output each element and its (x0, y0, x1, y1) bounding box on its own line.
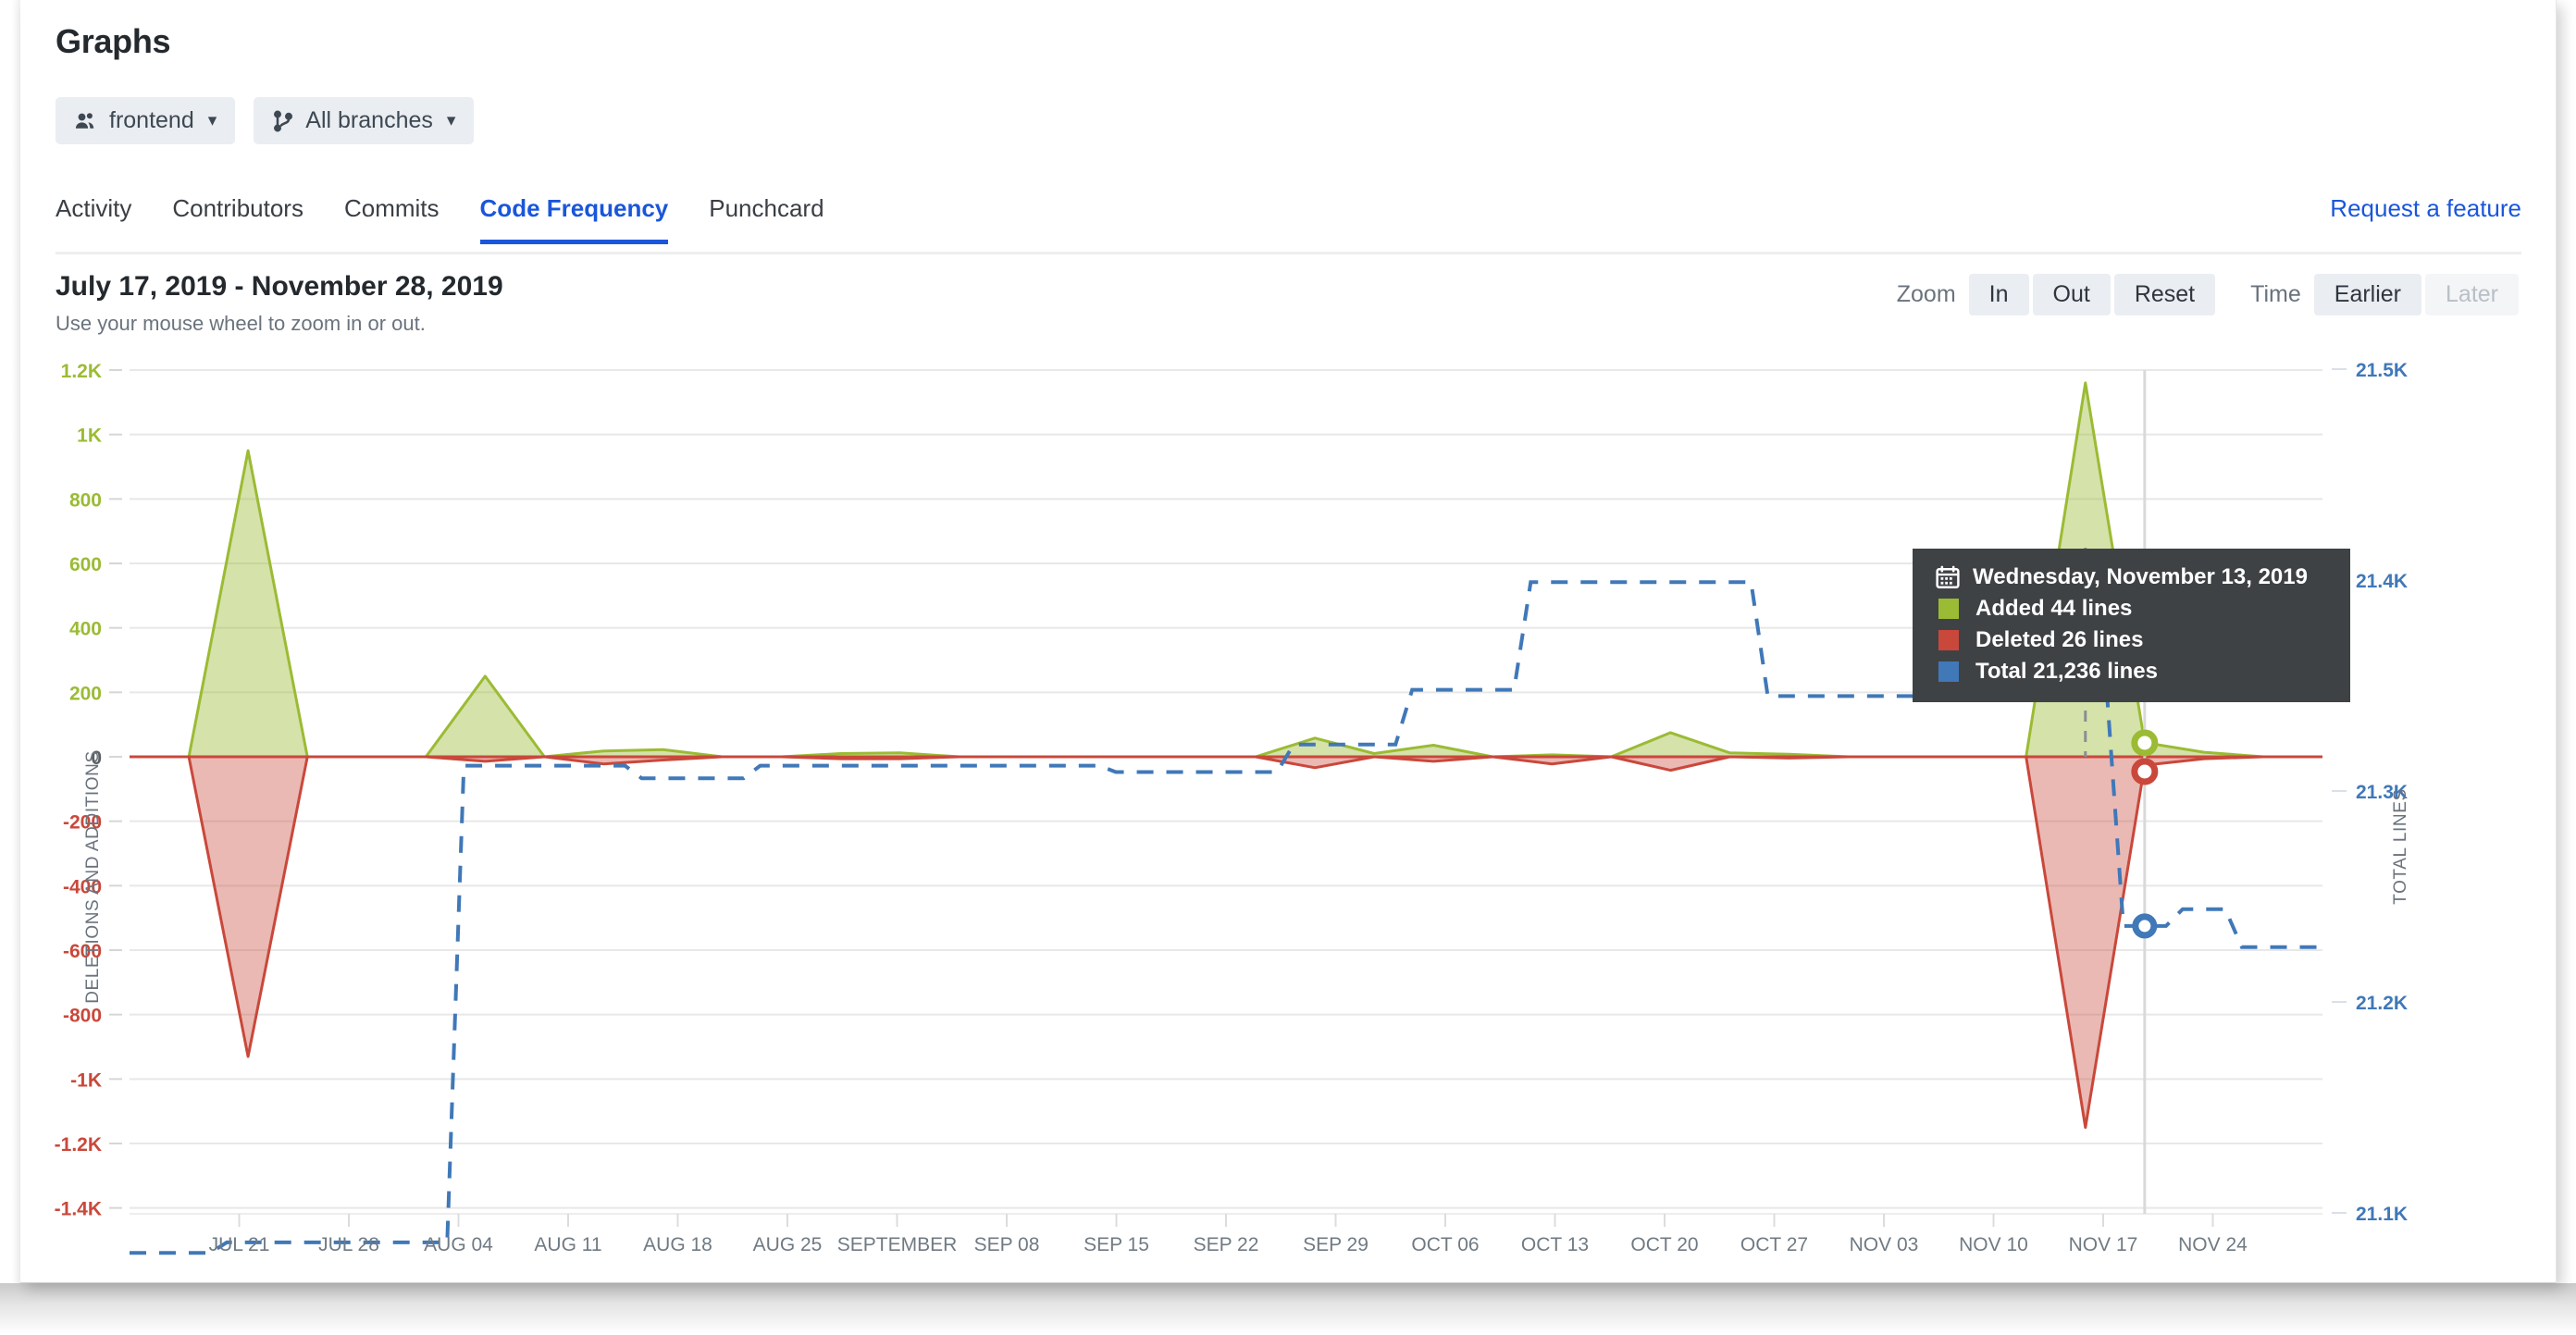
tab-contributors[interactable]: Contributors (172, 194, 303, 240)
tooltip-date: Wednesday, November 13, 2019 (1973, 564, 2308, 589)
tooltip-total: Total 21,236 lines (1975, 659, 2158, 684)
left-axis-tick-label: 800 (69, 489, 102, 511)
x-axis-tick-label: OCT 27 (1740, 1234, 1808, 1255)
left-axis-tick-label: 400 (69, 619, 102, 640)
branch-filter-label: All branches (305, 107, 433, 133)
tab-punchcard[interactable]: Punchcard (709, 194, 824, 240)
owner-filter-button[interactable]: frontend ▾ (56, 97, 236, 144)
x-axis-tick-label: SEP 15 (1084, 1234, 1149, 1255)
x-axis-tick-label: SEPTEMBER (837, 1234, 958, 1255)
organization-icon (74, 110, 98, 132)
deletions-line (130, 755, 2322, 1130)
calendar-icon (1936, 565, 1960, 588)
tab-code-frequency[interactable]: Code Frequency (479, 194, 669, 244)
x-axis-tick-label: OCT 13 (1521, 1234, 1589, 1255)
deletions-area (130, 757, 2322, 1128)
chevron-down-icon: ▾ (207, 111, 217, 130)
right-axis-tick-label: 21.2K (2356, 993, 2408, 1014)
x-axis-tick-label: OCT 20 (1630, 1234, 1698, 1255)
right-axis-tick-label: 21.5K (2356, 360, 2408, 381)
x-axis-tick-label: JUL 21 (209, 1234, 270, 1255)
right-axis-tick-label: 21.4K (2356, 571, 2408, 592)
x-axis-tick-label: SEP 29 (1303, 1234, 1368, 1255)
git-branch-icon (272, 110, 294, 132)
x-axis-tick-label: AUG 11 (534, 1234, 601, 1255)
zoom-label: Zoom (1896, 281, 1956, 307)
left-axis-tick-label: -1K (70, 1069, 102, 1091)
total-swatch (1938, 661, 1959, 682)
x-axis-tick-label: SEP 22 (1194, 1234, 1259, 1255)
hover-marker-additions (2131, 729, 2159, 757)
page-bottom-edge (0, 1283, 2576, 1335)
branch-filter-button[interactable]: All branches ▾ (254, 97, 475, 144)
tooltip-deleted: Deleted 26 lines (1975, 627, 2144, 652)
x-axis-tick-label: AUG 18 (643, 1234, 712, 1255)
left-axis-tick-label: 200 (69, 683, 102, 704)
chart-controls: Zoom In Out Reset Time Earlier Later (1897, 274, 2519, 315)
x-axis-tick-label: OCT 06 (1411, 1234, 1479, 1255)
code-frequency-chart[interactable]: 1.2K 1K 800 600 400 200 0 -200 -400 -600 -800 -1K -1… (20, 353, 2556, 1279)
filter-bar: frontend ▾ All branches ▾ (56, 97, 475, 144)
x-axis-tick-label: NOV 17 (2069, 1234, 2138, 1255)
hover-marker-total (2132, 913, 2158, 939)
chevron-down-icon: ▾ (446, 111, 456, 130)
owner-filter-label: frontend (109, 107, 194, 133)
x-axis-tick-label: AUG 04 (424, 1234, 493, 1255)
left-axis-tick-label: -1.2K (55, 1134, 102, 1156)
zoom-reset-button[interactable]: Reset (2113, 274, 2216, 315)
hover-marker-deletions (2131, 758, 2159, 785)
x-axis-tick-label: NOV 10 (1959, 1234, 2028, 1255)
tab-bar: Activity Contributors Commits Code Frequ… (56, 194, 2521, 254)
zoom-button-group: In Out Reset (1968, 274, 2216, 315)
deletions-series (130, 755, 2322, 1130)
time-earlier-button[interactable]: Earlier (2313, 274, 2422, 315)
left-axis-tick-label: -800 (63, 1006, 102, 1027)
x-axis-tick-label: NOV 24 (2178, 1234, 2248, 1255)
left-axis-tick-label: -1.4K (55, 1199, 102, 1220)
right-axis-title: TOTAL LINES (2391, 788, 2410, 905)
tooltip-deleted-row: Deleted 26 lines (1913, 624, 2350, 656)
left-axis-tick-label: 1.2K (61, 361, 102, 382)
left-axis-title: DELETIONS AND ADDITIONS (83, 750, 103, 1004)
tab-list: Activity Contributors Commits Code Frequ… (56, 194, 2521, 244)
gridlines (130, 369, 2322, 1215)
deletions-swatch (1938, 630, 1959, 650)
right-axis-tick-label: 21.1K (2356, 1204, 2408, 1225)
tooltip-date-row: Wednesday, November 13, 2019 (1913, 562, 2350, 593)
zoom-in-button[interactable]: In (1968, 274, 2029, 315)
page-title: Graphs (56, 22, 171, 60)
x-axis-tick-label: SEP 08 (974, 1234, 1040, 1255)
x-axis-tick-label: NOV 03 (1850, 1234, 1919, 1255)
left-axis-tick-label: 600 (69, 554, 102, 575)
page-left-edge (0, 0, 20, 1335)
chart-tooltip: Wednesday, November 13, 2019 Added 44 li… (1913, 549, 2350, 702)
time-button-group: Earlier Later (2313, 274, 2519, 315)
additions-swatch (1938, 599, 1959, 619)
tooltip-added: Added 44 lines (1975, 596, 2133, 621)
x-axis-tick-label: AUG 25 (753, 1234, 823, 1255)
zoom-hint-text: Use your mouse wheel to zoom in or out. (56, 312, 426, 335)
x-tick-marks (238, 1214, 2214, 1227)
tab-commits[interactable]: Commits (344, 194, 440, 240)
x-axis-tick-label: JUL 28 (318, 1234, 379, 1255)
graphs-page: Graphs frontend ▾ All branches ▾ Activit… (20, 0, 2557, 1283)
request-a-feature-link[interactable]: Request a feature (2330, 194, 2521, 223)
left-axis-tick-label: 1K (77, 426, 102, 447)
x-axis-labels: JUL 21 JUL 28 AUG 04 AUG 11 AUG 18 AUG 25 SEPT… (209, 1234, 2248, 1255)
code-frequency-svg[interactable]: 1.2K1K8006004002000-200-400-600-800-1K-1… (20, 353, 2556, 1279)
tooltip-total-row: Total 21,236 lines (1913, 656, 2350, 687)
zoom-out-button[interactable]: Out (2032, 274, 2111, 315)
tab-activity[interactable]: Activity (56, 194, 131, 240)
tooltip-added-row: Added 44 lines (1913, 593, 2350, 624)
time-later-button[interactable]: Later (2425, 274, 2519, 315)
time-label: Time (2250, 281, 2301, 307)
date-range-title: July 17, 2019 - November 28, 2019 (56, 271, 503, 302)
